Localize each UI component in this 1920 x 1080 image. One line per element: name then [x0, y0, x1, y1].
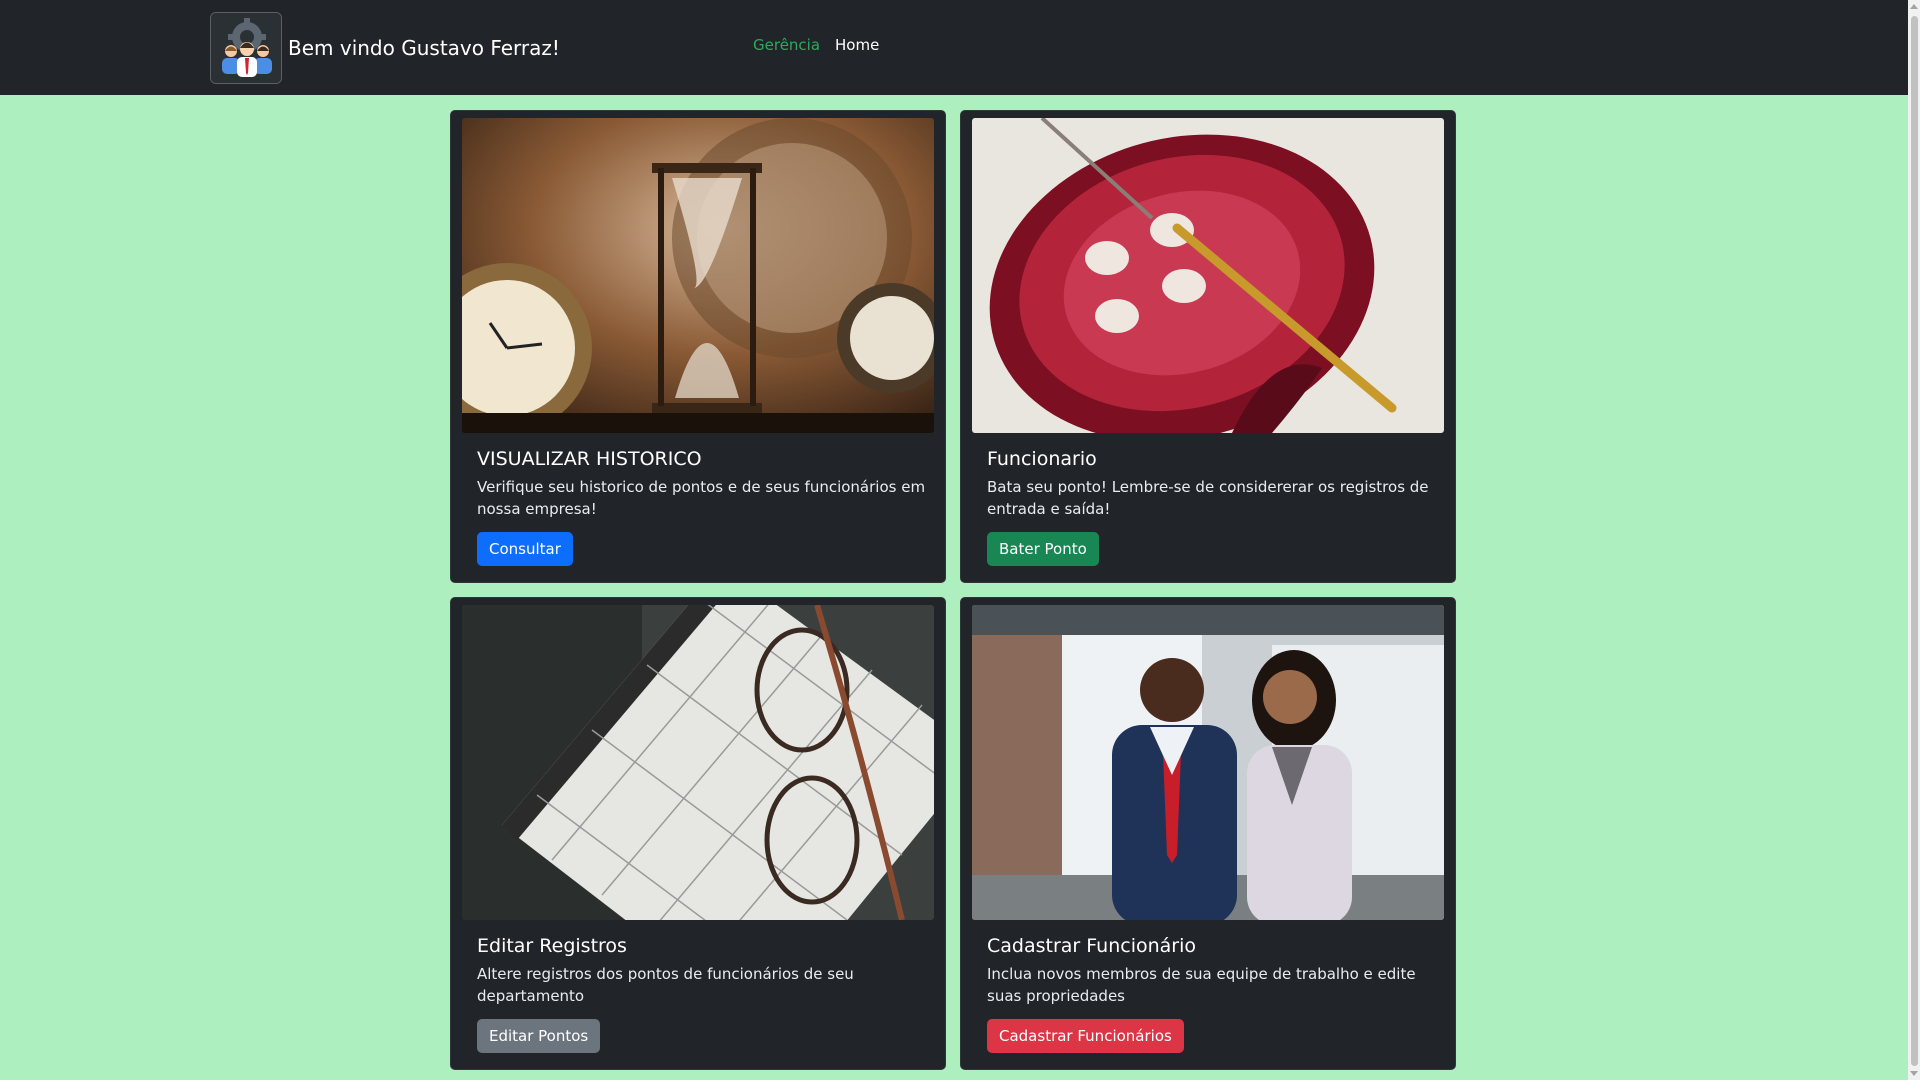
navbar-brand[interactable]: Bem vindo Gustavo Ferraz!: [210, 12, 560, 84]
scroll-thumb[interactable]: [1911, 16, 1918, 1066]
cadastrar-funcionarios-button[interactable]: Cadastrar Funcionários: [987, 1019, 1184, 1053]
card-title: VISUALIZAR HISTORICO: [477, 448, 702, 470]
card-editar-registros: Editar Registros Altere registros dos po…: [450, 597, 946, 1070]
bater-ponto-button[interactable]: Bater Ponto: [987, 532, 1099, 566]
nav-link-home[interactable]: Home: [835, 36, 879, 54]
editar-pontos-button[interactable]: Editar Pontos: [477, 1019, 601, 1053]
business-people-photo: [972, 605, 1444, 920]
nav-links: Gerência Home: [753, 36, 879, 54]
scroll-up-arrow-icon[interactable]: [1910, 4, 1918, 9]
scroll-down-arrow-icon[interactable]: [1910, 1071, 1918, 1076]
card-title: Editar Registros: [477, 935, 627, 957]
card-text: Bata seu ponto! Lembre-se de considerera…: [987, 478, 1429, 518]
consultar-button[interactable]: Consultar: [477, 532, 573, 566]
card-title: Cadastrar Funcionário: [987, 935, 1196, 957]
vertical-scrollbar[interactable]: [1908, 0, 1920, 1080]
nav-link-gerencia[interactable]: Gerência: [753, 36, 820, 54]
red-button-with-needle-photo: [972, 118, 1444, 433]
calendar-and-glasses-photo: [462, 605, 934, 920]
welcome-text: Bem vindo Gustavo Ferraz!: [288, 36, 560, 60]
card-text: Inclua novos membros de sua equipe de tr…: [987, 965, 1416, 1005]
hourglass-and-clocks-photo: [462, 118, 934, 433]
card-title: Funcionario: [987, 448, 1097, 470]
top-navbar: Bem vindo Gustavo Ferraz! Gerência Home: [0, 0, 1908, 95]
card-text: Verifique seu historico de pontos e de s…: [477, 478, 926, 518]
card-cadastrar-funcionario: Cadastrar Funcionário Inclua novos membr…: [960, 597, 1456, 1070]
card-text: Altere registros dos pontos de funcionár…: [477, 965, 854, 1005]
team-management-icon[interactable]: [210, 12, 282, 84]
card-funcionario: Funcionario Bata seu ponto! Lembre-se de…: [960, 110, 1456, 583]
card-visualizar-historico: VISUALIZAR HISTORICO Verifique seu histo…: [450, 110, 946, 583]
